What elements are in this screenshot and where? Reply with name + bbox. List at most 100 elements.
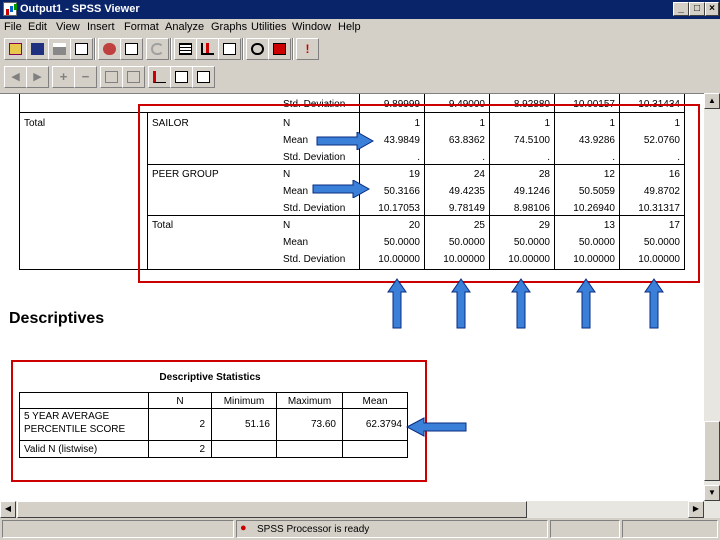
column-header-minimum: Minimum [223,396,265,407]
scroll-up-button[interactable]: ▲ [704,93,720,109]
print-button[interactable] [48,38,71,60]
export-button[interactable] [98,38,121,60]
main-toolbar: ! [0,38,720,64]
scroll-left-button[interactable]: ◀ [0,501,16,518]
menu-file[interactable]: File [4,21,22,33]
collapse-button[interactable]: − [74,66,97,88]
table2-cell: 73.60 [310,419,336,430]
table2-cell: 2 [199,419,205,430]
table2-cell: 2 [199,444,205,455]
output-pane[interactable]: Std. Deviation 9.89999 9.49000 8.92880 1… [0,93,704,501]
insert-object-icon: ! [305,42,310,56]
dialog-recall-icon [125,43,138,55]
menu-analyze[interactable]: Analyze [165,21,204,33]
print-preview-icon [75,43,88,55]
arrow-right-icon [316,132,375,150]
arrow-up-icon [451,278,471,329]
use-sets-icon [251,43,264,55]
close-button[interactable]: × [705,2,719,16]
insert-text-button[interactable] [192,66,215,88]
variables-icon [223,43,236,55]
descriptive-statistics-title: Descriptive Statistics [159,372,261,383]
promote-button[interactable]: ◀ [4,66,27,88]
menu-window[interactable]: Window [292,21,331,33]
horizontal-scrollbar[interactable]: ◀ ▶ [0,501,720,518]
use-sets-button[interactable] [246,38,269,60]
print-preview-button[interactable] [70,38,93,60]
save-button[interactable] [26,38,49,60]
dialog-recall-button[interactable] [120,38,143,60]
show-icon [105,71,118,83]
row-label-5yr-line1: 5 YEAR AVERAGE [24,411,110,422]
menu-edit[interactable]: Edit [28,21,47,33]
goto-data-button[interactable] [174,38,197,60]
vertical-scroll-thumb[interactable] [704,421,720,481]
status-panel-processor: ● SPSS Processor is ready [236,520,548,538]
column-header-mean: Mean [362,396,388,407]
processor-icon: ● [240,522,247,534]
vertical-scrollbar[interactable]: ▲ ▼ [704,93,720,501]
designate-window-button[interactable] [268,38,291,60]
insert-heading-icon [153,71,166,83]
undo-icon [151,43,164,55]
export-icon [103,43,116,55]
arrow-up-icon [576,278,596,329]
promote-icon: ◀ [11,71,20,83]
insert-title-icon [175,71,188,83]
goto-chart-button[interactable] [196,38,219,60]
demote-button[interactable]: ▶ [26,66,49,88]
column-header-maximum: Maximum [287,396,332,407]
menu-view[interactable]: View [56,21,80,33]
expand-button[interactable]: + [52,66,75,88]
spss-app-icon [3,2,17,16]
scroll-right-button[interactable]: ▶ [688,501,704,518]
processor-status: SPSS Processor is ready [257,524,370,535]
descriptives-heading[interactable]: Descriptives [9,310,104,328]
column-header-n: N [176,396,184,407]
expand-icon: + [59,69,68,84]
menu-utilities[interactable]: Utilities [251,21,286,33]
table2-cell: 51.16 [244,419,270,430]
print-icon [53,43,66,55]
menu-help[interactable]: Help [338,21,361,33]
collapse-icon: − [81,69,90,84]
arrow-up-icon [511,278,531,329]
show-button[interactable] [100,66,123,88]
hide-icon [127,71,140,83]
hide-button[interactable] [122,66,145,88]
save-icon [31,43,44,55]
menu-format[interactable]: Format [124,21,159,33]
table1-left-border [19,94,20,270]
row-label-valid-n: Valid N (listwise) [24,444,98,455]
insert-object-button[interactable]: ! [296,38,319,60]
scroll-down-button[interactable]: ▼ [704,485,720,501]
menu-bar: File Edit View Insert Format Analyze Gra… [0,19,720,37]
horizontal-scroll-thumb[interactable] [17,501,527,518]
variables-button[interactable] [218,38,241,60]
goto-chart-icon [201,43,214,55]
menu-graphs[interactable]: Graphs [211,21,247,33]
outline-toolbar: ◀ ▶ + − [0,66,720,92]
goto-data-icon [179,43,192,55]
restore-button[interactable]: □ [689,2,705,16]
highlight-box-table1 [138,104,700,283]
status-bar: ● SPSS Processor is ready [0,518,720,540]
arrow-left-icon [406,417,467,437]
designate-window-icon [273,43,286,55]
insert-text-icon [197,71,210,83]
menu-insert[interactable]: Insert [87,21,115,33]
arrow-up-icon [644,278,664,329]
spss-viewer-window: Output1 - SPSS Viewer _ □ × File Edit Vi… [0,0,720,540]
minimize-button[interactable]: _ [673,2,689,16]
arrow-right-icon [312,180,371,198]
insert-title-button[interactable] [170,66,193,88]
arrow-up-icon [387,278,407,329]
open-button[interactable] [4,38,27,60]
title-bar[interactable]: Output1 - SPSS Viewer _ □ × [0,0,720,19]
open-icon [9,43,22,55]
group-label-total: Total [24,118,46,129]
demote-icon: ▶ [33,71,42,83]
undo-button[interactable] [146,38,169,60]
window-title: Output1 - SPSS Viewer [20,3,140,15]
insert-heading-button[interactable] [148,66,171,88]
